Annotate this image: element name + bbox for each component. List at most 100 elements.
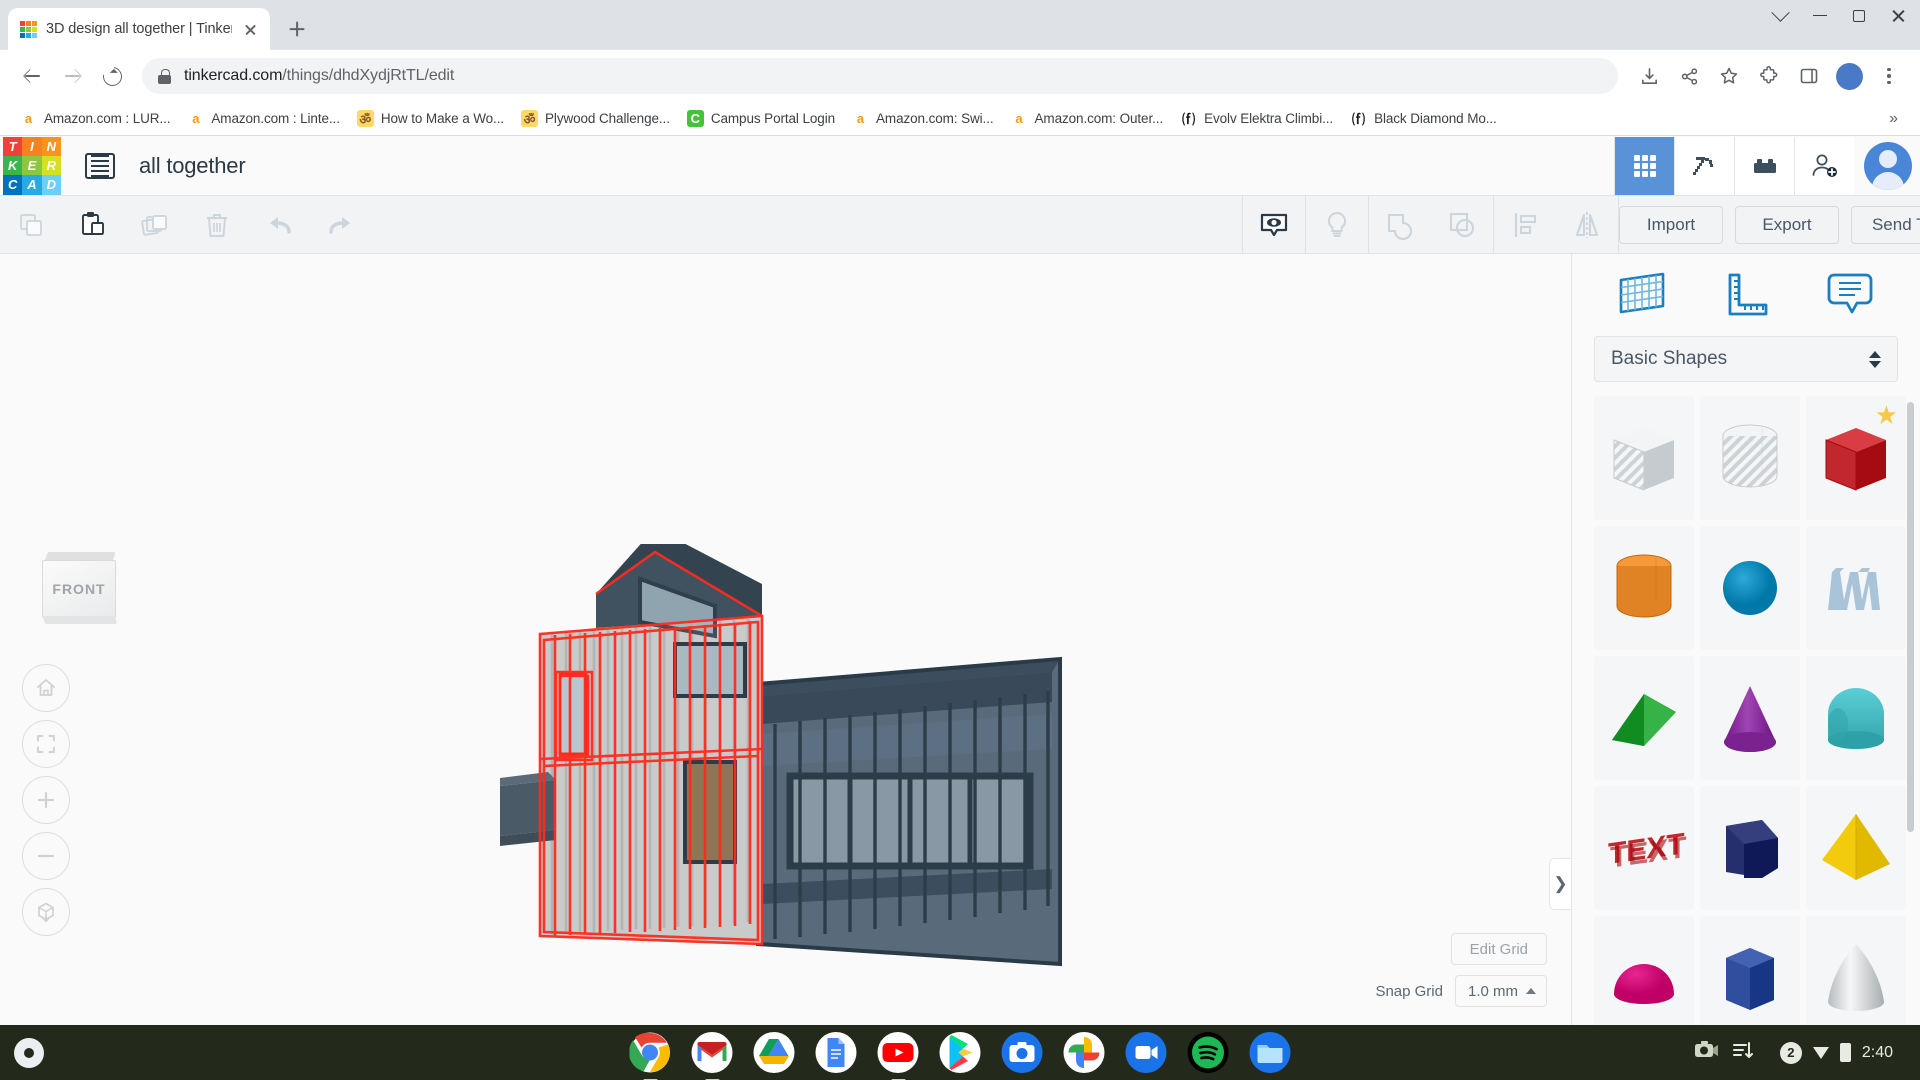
- status-area[interactable]: 2 2:40: [1769, 1037, 1904, 1069]
- panel-collapse-button[interactable]: ❯: [1549, 858, 1571, 910]
- bookmark-item[interactable]: C Campus Portal Login: [679, 106, 843, 131]
- 3d-viewport[interactable]: FRONT Edit Grid Snap Grid 1.0 mm: [0, 254, 1571, 1025]
- hint-button[interactable]: [1306, 196, 1368, 254]
- shape-item-cylinder-hole[interactable]: [1700, 396, 1800, 520]
- shape-item-pyramid[interactable]: [1806, 786, 1906, 910]
- duplicate-button[interactable]: [124, 196, 186, 254]
- home-view-button[interactable]: [22, 664, 70, 712]
- address-bar[interactable]: tinkercad.com/things/dhdXydjRtTL/edit: [142, 58, 1618, 94]
- shape-library-select[interactable]: Basic Shapes: [1594, 336, 1898, 382]
- back-button[interactable]: [14, 58, 50, 94]
- chrome-app[interactable]: [629, 1032, 671, 1080]
- export-button[interactable]: Export: [1735, 205, 1839, 244]
- house-model[interactable]: [500, 544, 1260, 1024]
- mirror-button[interactable]: [1556, 196, 1618, 254]
- bookmark-item[interactable]: ⒡ Black Diamond Mo...: [1342, 106, 1505, 131]
- bookmark-item[interactable]: a Amazon.com : LUR...: [12, 106, 178, 131]
- shapes-scrollbar[interactable]: [1907, 402, 1914, 832]
- minecraft-button[interactable]: [1674, 136, 1734, 195]
- lock-icon[interactable]: [158, 68, 171, 84]
- screen-capture-icon[interactable]: [1693, 1038, 1719, 1067]
- view-cube[interactable]: FRONT: [40, 552, 120, 626]
- maximize-icon[interactable]: [1853, 9, 1865, 22]
- close-icon[interactable]: [241, 20, 260, 39]
- workplane-tab[interactable]: [1607, 264, 1677, 324]
- shape-item-box-hole[interactable]: [1594, 396, 1694, 520]
- ungroup-button[interactable]: [1431, 196, 1493, 254]
- page-title[interactable]: all together: [139, 153, 246, 179]
- camera-app[interactable]: [1001, 1032, 1043, 1073]
- system-tray[interactable]: 2 2:40: [1693, 1037, 1920, 1069]
- sidepanel-icon[interactable]: [1792, 59, 1826, 93]
- tinkercad-logo-icon[interactable]: TINKERCAD: [3, 136, 61, 195]
- undo-button[interactable]: [248, 196, 310, 254]
- chrome-menu-button[interactable]: [1872, 59, 1906, 93]
- view-cube-front[interactable]: FRONT: [42, 560, 116, 618]
- ruler-tab[interactable]: [1711, 264, 1781, 324]
- zoom-out-button[interactable]: [22, 832, 70, 880]
- window-close-icon[interactable]: [1891, 8, 1906, 23]
- right-module[interactable]: [756, 656, 1062, 967]
- shape-item-sphere[interactable]: [1700, 526, 1800, 650]
- gmail-app[interactable]: [691, 1032, 733, 1080]
- user-avatar[interactable]: [1864, 141, 1912, 190]
- import-button[interactable]: Import: [1619, 205, 1723, 244]
- files-app[interactable]: [1249, 1032, 1291, 1073]
- edit-grid-button[interactable]: Edit Grid: [1450, 933, 1547, 965]
- bookmark-item[interactable]: ⒡ Evolv Elektra Climbi...: [1172, 106, 1341, 131]
- list-menu-icon[interactable]: [85, 152, 115, 179]
- designs-grid-button[interactable]: [1614, 136, 1674, 195]
- align-button[interactable]: [1494, 196, 1556, 254]
- shape-item-box[interactable]: ★: [1806, 396, 1906, 520]
- send-to-button[interactable]: Send To: [1851, 205, 1920, 244]
- launcher-button[interactable]: [14, 1037, 44, 1068]
- show-hide-button[interactable]: [1243, 196, 1305, 254]
- forward-button[interactable]: [54, 58, 90, 94]
- shape-item-paraboloid[interactable]: [1806, 916, 1906, 1025]
- reload-button[interactable]: [94, 58, 130, 94]
- bookmark-item[interactable]: a Amazon.com : Linte...: [179, 106, 347, 131]
- view-cube-bottom[interactable]: [42, 616, 118, 624]
- copy-button[interactable]: [0, 196, 62, 254]
- note-tab[interactable]: [1815, 264, 1885, 324]
- drive-app[interactable]: [753, 1032, 795, 1073]
- invite-people-button[interactable]: [1794, 136, 1854, 195]
- bookmark-item[interactable]: a Amazon.com: Outer...: [1003, 106, 1172, 131]
- ortho-perspective-button[interactable]: [22, 888, 70, 936]
- bookmark-item[interactable]: ॐ How to Make a Wo...: [349, 106, 512, 131]
- bookmark-star-icon[interactable]: [1712, 59, 1746, 93]
- docs-app[interactable]: [815, 1032, 857, 1073]
- redo-button[interactable]: [310, 196, 372, 254]
- group-button[interactable]: [1369, 196, 1431, 254]
- shape-item-round-roof[interactable]: [1806, 656, 1906, 780]
- extensions-icon[interactable]: [1752, 59, 1786, 93]
- bookmark-item[interactable]: ॐ Plywood Challenge...: [513, 106, 678, 131]
- bookmark-item[interactable]: a Amazon.com: Swi...: [844, 106, 1002, 131]
- minimize-icon[interactable]: [1813, 14, 1827, 17]
- chevron-down-icon[interactable]: [1771, 3, 1790, 22]
- bookmarks-overflow-button[interactable]: »: [1889, 110, 1908, 128]
- youtube-app[interactable]: [877, 1032, 919, 1080]
- shape-item-half-sphere[interactable]: [1594, 916, 1694, 1025]
- share-icon[interactable]: [1672, 59, 1706, 93]
- delete-button[interactable]: [186, 196, 248, 254]
- shape-item-cone[interactable]: [1700, 656, 1800, 780]
- snap-grid-select[interactable]: 1.0 mm: [1454, 975, 1547, 1007]
- shape-item-polygon[interactable]: [1700, 786, 1800, 910]
- shape-list[interactable]: ★ TEXT TEXT: [1572, 396, 1920, 1025]
- fit-to-view-button[interactable]: [22, 720, 70, 768]
- shape-item-hexagonal-prism[interactable]: [1700, 916, 1800, 1025]
- zoom-in-button[interactable]: [22, 776, 70, 824]
- shape-item-scribble[interactable]: [1806, 526, 1906, 650]
- paste-button[interactable]: [62, 196, 124, 254]
- new-tab-button[interactable]: [280, 12, 314, 46]
- play-app[interactable]: [939, 1032, 981, 1073]
- profile-icon[interactable]: [1832, 59, 1866, 93]
- photos-app[interactable]: [1063, 1032, 1105, 1073]
- blocks-button[interactable]: [1734, 136, 1794, 195]
- ime-icon[interactable]: [1732, 1039, 1756, 1066]
- install-icon[interactable]: [1632, 59, 1666, 93]
- shape-item-roof[interactable]: [1594, 656, 1694, 780]
- left-module[interactable]: [500, 544, 764, 946]
- meet-app[interactable]: [1125, 1032, 1167, 1073]
